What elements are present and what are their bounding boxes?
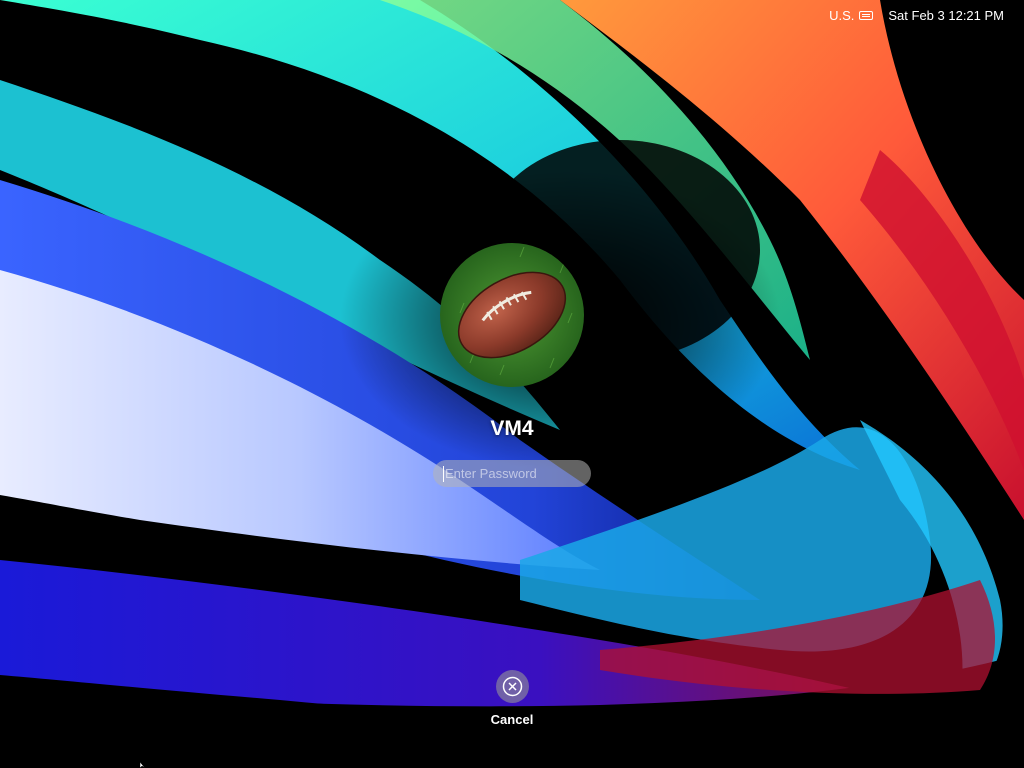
close-circle-icon (502, 676, 522, 697)
user-name: VM4 (490, 417, 534, 440)
input-source-label: U.S. (829, 7, 855, 23)
login-screen: U.S. Sat Feb 3 12:21 PM VM4 Cancel (0, 0, 1024, 768)
menu-bar-clock[interactable]: Sat Feb 3 12:21 PM (888, 8, 1004, 23)
cancel-button[interactable]: Cancel (480, 670, 544, 730)
password-field[interactable] (433, 460, 591, 487)
keyboard-icon (859, 10, 874, 20)
menu-bar-status: U.S. Sat Feb 3 12:21 PM (829, 6, 1004, 24)
football-avatar-icon (440, 243, 584, 387)
text-caret (443, 465, 444, 482)
mouse-pointer-icon (140, 762, 146, 768)
password-input[interactable] (445, 466, 575, 481)
input-source-menu[interactable]: U.S. (829, 7, 874, 23)
cancel-circle[interactable] (495, 670, 529, 703)
user-avatar[interactable] (440, 243, 584, 387)
cancel-label: Cancel (490, 712, 534, 727)
